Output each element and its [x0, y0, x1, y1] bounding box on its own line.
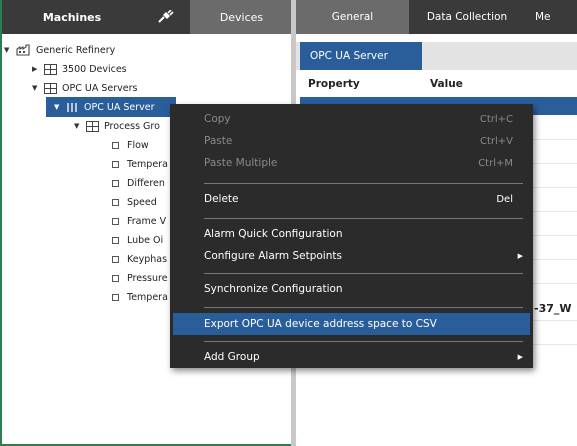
- shortcut-label: Ctrl+C: [479, 113, 513, 125]
- point-icon: [112, 179, 119, 187]
- menu-item-alarm-quick-configuration[interactable]: Alarm Quick Configuration: [170, 223, 533, 245]
- column-value[interactable]: Value: [422, 78, 463, 96]
- tree-item-label: Process Gro: [104, 120, 160, 132]
- tab-data-collection-label: Data Collection: [426, 11, 508, 23]
- tree-item-point[interactable]: Frame V: [112, 211, 166, 231]
- tree-item-label: Tempera: [127, 158, 168, 170]
- menu-item-paste[interactable]: Paste Ctrl+V: [170, 130, 533, 152]
- point-icon: [112, 217, 119, 225]
- tree-item-point[interactable]: Lube Oi: [112, 230, 163, 250]
- menu-item-configure-alarm-setpoints[interactable]: Configure Alarm Setpoints ▶: [170, 245, 533, 267]
- tree-item-point[interactable]: Tempera: [112, 154, 168, 174]
- property-value-partial: -37_W: [534, 302, 572, 315]
- tree-item-label: Keyphas: [127, 253, 168, 265]
- menu-item-label: Copy: [204, 113, 231, 125]
- expand-arrow-icon[interactable]: ▼: [4, 46, 12, 54]
- menu-item-add-group[interactable]: Add Group ▶: [170, 346, 533, 368]
- server-icon: [66, 102, 78, 113]
- tree-item-label: Frame V: [127, 215, 167, 227]
- column-property[interactable]: Property: [300, 78, 422, 96]
- plug-icon[interactable]: [142, 0, 190, 34]
- submenu-arrow-icon: ▶: [517, 353, 523, 361]
- tree-item-point[interactable]: Speed: [112, 192, 157, 212]
- tree-item-label: 3500 Devices: [62, 63, 127, 75]
- tab-devices-label: Devices: [219, 10, 264, 24]
- expand-arrow-icon[interactable]: ▼: [74, 122, 82, 130]
- menu-item-label: Configure Alarm Setpoints: [204, 250, 342, 262]
- menu-item-export-csv[interactable]: Export OPC UA device address space to CS…: [173, 313, 530, 335]
- tree-item-label: Pressure: [127, 272, 168, 284]
- factory-icon: [16, 44, 31, 56]
- point-icon: [112, 293, 119, 301]
- menu-separator: [204, 273, 523, 274]
- tree-item-opc-ua-servers[interactable]: ▼ OPC UA Servers: [32, 78, 137, 98]
- shortcut-label: Ctrl+M: [478, 157, 513, 169]
- menu-item-label: Add Group: [204, 351, 260, 363]
- tree-item-label: Lube Oi: [127, 234, 164, 246]
- tree-item-point[interactable]: Pressure: [112, 268, 168, 288]
- tab-machines[interactable]: Machines: [2, 0, 142, 34]
- tab-more-label: Me: [535, 11, 551, 23]
- tree-item-generic-refinery[interactable]: ▼ Generic Refinery: [4, 40, 115, 60]
- menu-item-paste-multiple[interactable]: Paste Multiple Ctrl+M: [170, 152, 533, 174]
- shortcut-label: Del: [496, 193, 513, 205]
- menu-item-label: Synchronize Configuration: [204, 283, 343, 295]
- tab-more[interactable]: Me: [525, 0, 577, 34]
- tree-item-point[interactable]: Flow: [112, 135, 149, 155]
- tree-item-label: OPC UA Servers: [62, 82, 138, 94]
- tree-item-opc-ua-server[interactable]: ▼ OPC UA Server: [46, 97, 176, 117]
- tree-item-label: Generic Refinery: [36, 44, 116, 56]
- tree-item-point[interactable]: Tempera: [112, 287, 168, 307]
- menu-item-label: Paste: [204, 135, 233, 147]
- context-menu: Copy Ctrl+C Paste Ctrl+V Paste Multiple …: [170, 104, 533, 368]
- device-group-icon: [44, 82, 57, 94]
- property-grid-header: Property Value: [300, 78, 577, 96]
- collapse-arrow-icon[interactable]: ▶: [32, 65, 40, 73]
- tree-item-point[interactable]: Differen: [112, 173, 165, 193]
- tree-item-3500-devices[interactable]: ▶ 3500 Devices: [32, 59, 127, 79]
- menu-item-copy[interactable]: Copy Ctrl+C: [170, 108, 533, 130]
- point-icon: [112, 255, 119, 263]
- plug-icon-svg: [158, 10, 174, 23]
- device-group-icon: [44, 63, 57, 75]
- opc-server-subtab-label: OPC UA Server: [310, 50, 388, 62]
- point-icon: [112, 236, 119, 244]
- tree-item-point[interactable]: Keyphas: [112, 249, 167, 269]
- menu-separator: [204, 183, 523, 184]
- menu-item-label: Delete: [204, 193, 239, 205]
- right-tab-bar: General Data Collection Me: [296, 0, 577, 34]
- tab-general-label: General: [331, 11, 374, 23]
- tree-item-label: OPC UA Server: [84, 101, 155, 113]
- tree-item-process-group[interactable]: ▼ Process Gro: [74, 116, 160, 136]
- submenu-arrow-icon: ▶: [517, 252, 523, 260]
- left-tab-bar: Machines Devices: [2, 0, 293, 34]
- point-icon: [112, 160, 119, 168]
- menu-separator: [204, 218, 523, 219]
- shortcut-label: Ctrl+V: [479, 135, 513, 147]
- menu-separator: [204, 307, 523, 308]
- opc-server-header: OPC UA Server: [296, 42, 577, 70]
- point-icon: [112, 198, 119, 206]
- tab-devices[interactable]: Devices: [190, 0, 293, 34]
- tree-item-label: Tempera: [127, 291, 168, 303]
- tab-data-collection[interactable]: Data Collection: [409, 0, 525, 34]
- tree-item-label: Flow: [127, 139, 149, 151]
- menu-item-label: Alarm Quick Configuration: [204, 228, 343, 240]
- menu-item-label: Paste Multiple: [204, 157, 278, 169]
- group-icon: [86, 120, 99, 132]
- menu-separator: [204, 341, 523, 342]
- expand-arrow-icon[interactable]: ▼: [32, 84, 40, 92]
- tree-item-label: Differen: [127, 177, 165, 189]
- tab-general[interactable]: General: [296, 0, 409, 34]
- menu-item-synchronize-configuration[interactable]: Synchronize Configuration: [170, 278, 533, 300]
- point-icon: [112, 141, 119, 149]
- expand-arrow-icon[interactable]: ▼: [54, 103, 62, 111]
- menu-item-delete[interactable]: Delete Del: [170, 188, 533, 210]
- opc-server-subtab[interactable]: OPC UA Server: [300, 42, 422, 70]
- menu-item-label: Export OPC UA device address space to CS…: [204, 318, 437, 330]
- point-icon: [112, 274, 119, 282]
- tab-machines-label: Machines: [42, 10, 102, 24]
- tree-item-label: Speed: [127, 196, 157, 208]
